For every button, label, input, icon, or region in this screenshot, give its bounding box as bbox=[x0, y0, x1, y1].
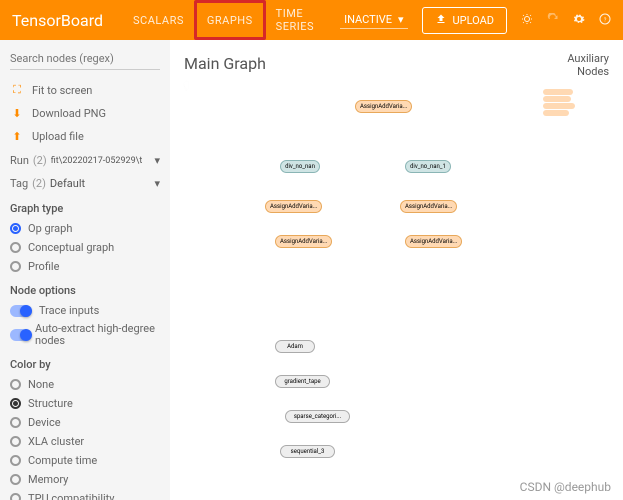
radio-icon bbox=[10, 455, 21, 466]
tag-selector[interactable]: Tag (2) Default ▾ bbox=[10, 173, 160, 194]
color-by-heading: Color by bbox=[10, 358, 160, 371]
graph-node[interactable]: AssignAddVaria... bbox=[265, 200, 322, 213]
chevron-down-icon: ▾ bbox=[398, 13, 404, 26]
inactive-dropdown[interactable]: INACTIVE ▾ bbox=[340, 11, 407, 29]
chevron-down-icon: ▾ bbox=[154, 177, 160, 190]
colorby-structure[interactable]: Structure bbox=[10, 394, 160, 413]
node-options-heading: Node options bbox=[10, 284, 160, 297]
radio-op-graph[interactable]: Op graph bbox=[10, 219, 160, 238]
graph-node-gtape[interactable]: gradient_tape bbox=[275, 375, 330, 388]
radio-icon bbox=[10, 436, 21, 447]
svg-text:?: ? bbox=[604, 17, 607, 23]
main-graph-title: Main Graph bbox=[184, 54, 266, 73]
brightness-icon[interactable] bbox=[521, 13, 533, 28]
radio-icon bbox=[10, 242, 21, 253]
run-count: (2) bbox=[33, 154, 47, 167]
colorby-tpu[interactable]: TPU compatibility bbox=[10, 489, 160, 500]
graph-node-sparse[interactable]: sparse_categori... bbox=[285, 410, 350, 423]
graph-node[interactable]: AssignAddVaria... bbox=[400, 200, 457, 213]
toggle-icon bbox=[10, 329, 28, 341]
aux-node bbox=[543, 103, 575, 109]
aux-graph bbox=[543, 88, 613, 128]
tab-timeseries[interactable]: TIME SERIES bbox=[266, 0, 340, 40]
help-icon[interactable]: ? bbox=[599, 13, 611, 28]
sidebar: ⛶ Fit to screen ⬇ Download PNG ⬆ Upload … bbox=[0, 40, 170, 500]
download-label: Download PNG bbox=[32, 107, 106, 120]
toggle-icon bbox=[10, 305, 32, 317]
radio-conceptual-graph[interactable]: Conceptual graph bbox=[10, 238, 160, 257]
run-value: fit\20220217-052929\t bbox=[51, 156, 151, 166]
upload-icon bbox=[435, 13, 447, 28]
tab-graphs[interactable]: GRAPHS bbox=[194, 0, 266, 40]
graph-type-heading: Graph type bbox=[10, 202, 160, 215]
radio-icon bbox=[10, 398, 21, 409]
graph-edges bbox=[180, 80, 192, 92]
aux-node bbox=[543, 110, 569, 116]
tab-scalars[interactable]: SCALARS bbox=[123, 0, 194, 40]
tag-label: Tag bbox=[10, 177, 28, 190]
gear-icon[interactable] bbox=[573, 13, 585, 28]
refresh-icon[interactable] bbox=[547, 13, 559, 28]
tag-value: Default bbox=[50, 177, 85, 190]
upload-button[interactable]: UPLOAD bbox=[422, 7, 508, 34]
aux-node bbox=[543, 89, 573, 95]
graph-viewport[interactable]: AssignAddVaria... div_no_nan div_no_nan_… bbox=[180, 80, 543, 490]
colorby-compute[interactable]: Compute time bbox=[10, 451, 160, 470]
graph-node[interactable]: AssignAddVaria... bbox=[405, 235, 462, 248]
radio-icon bbox=[10, 474, 21, 485]
colorby-xla[interactable]: XLA cluster bbox=[10, 432, 160, 451]
upload-file-button[interactable]: ⬆ Upload file bbox=[10, 125, 160, 148]
radio-icon bbox=[10, 379, 21, 390]
search-input[interactable] bbox=[10, 48, 160, 70]
upload-file-icon: ⬆ bbox=[10, 130, 24, 143]
graph-node-adam[interactable]: Adam bbox=[275, 340, 315, 353]
download-png-button[interactable]: ⬇ Download PNG bbox=[10, 102, 160, 125]
radio-icon bbox=[10, 261, 21, 272]
fit-label: Fit to screen bbox=[32, 84, 92, 97]
colorby-none[interactable]: None bbox=[10, 375, 160, 394]
graph-node-seq[interactable]: sequential_3 bbox=[280, 445, 335, 458]
toggle-auto-extract[interactable]: Auto-extract high-degree nodes bbox=[10, 320, 160, 350]
watermark: CSDN @deephub bbox=[520, 480, 611, 494]
tag-count: (2) bbox=[32, 177, 46, 190]
colorby-device[interactable]: Device bbox=[10, 413, 160, 432]
header-tabs: SCALARS GRAPHS TIME SERIES bbox=[123, 0, 340, 40]
upload-file-label: Upload file bbox=[32, 130, 84, 143]
aux-nodes-title: Auxiliary Nodes bbox=[567, 52, 609, 78]
graph-node[interactable]: AssignAddVaria... bbox=[355, 100, 412, 113]
colorby-memory[interactable]: Memory bbox=[10, 470, 160, 489]
radio-profile[interactable]: Profile bbox=[10, 257, 160, 276]
graph-node[interactable]: div_no_nan_1 bbox=[405, 160, 451, 173]
fit-icon: ⛶ bbox=[10, 83, 24, 97]
aux-node bbox=[543, 96, 571, 102]
radio-icon bbox=[10, 417, 21, 428]
graph-node[interactable]: div_no_nan bbox=[280, 160, 320, 173]
graph-node[interactable]: AssignAddVaria... bbox=[275, 235, 332, 248]
run-label: Run bbox=[10, 154, 29, 167]
logo: TensorBoard bbox=[12, 11, 103, 30]
toggle-trace-inputs[interactable]: Trace inputs bbox=[10, 301, 160, 320]
main-canvas[interactable]: Main Graph Auxiliary Nodes AssignAddVari… bbox=[170, 40, 623, 500]
run-selector[interactable]: Run (2) fit\20220217-052929\t ▾ bbox=[10, 150, 160, 171]
radio-icon bbox=[10, 493, 21, 500]
app-header: TensorBoard SCALARS GRAPHS TIME SERIES I… bbox=[0, 0, 623, 40]
download-icon: ⬇ bbox=[10, 107, 24, 120]
upload-label: UPLOAD bbox=[453, 14, 495, 27]
radio-icon bbox=[10, 223, 21, 234]
fit-to-screen-button[interactable]: ⛶ Fit to screen bbox=[10, 78, 160, 102]
chevron-down-icon: ▾ bbox=[154, 154, 160, 167]
inactive-label: INACTIVE bbox=[344, 13, 392, 26]
